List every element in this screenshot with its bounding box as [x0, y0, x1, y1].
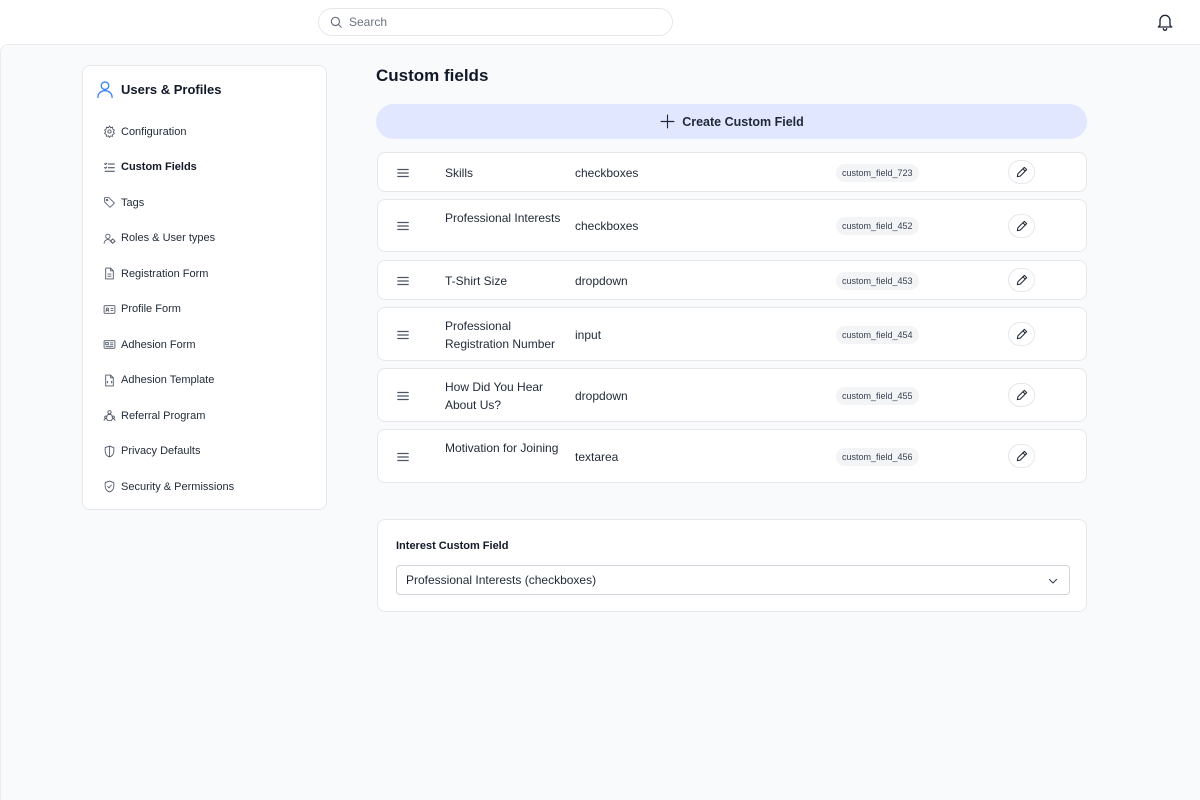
field-name: Professional Interests — [445, 211, 561, 225]
sidebar-item-adhesion-template[interactable]: Adhesion Template — [103, 363, 318, 399]
field-type: textarea — [575, 450, 619, 464]
sidebar-item-registration-form[interactable]: Registration Form — [103, 256, 318, 292]
tag-icon — [104, 197, 115, 209]
field-type: input — [575, 328, 602, 342]
sidebar-item-label: Registration Form — [121, 267, 209, 280]
search-icon — [330, 16, 342, 28]
sidebar-item-label: Profile Form — [121, 303, 181, 316]
drag-handle-icon[interactable] — [396, 274, 410, 288]
sidebar-title: Users & Profiles — [121, 81, 222, 97]
id-card-icon — [103, 305, 116, 314]
sidebar-item-label: Roles & User types — [121, 232, 216, 245]
sidebar-item-label: Tags — [121, 196, 145, 209]
gear-icon — [104, 125, 115, 139]
sidebar-item-label: Privacy Defaults — [121, 445, 201, 458]
pencil-icon — [1016, 220, 1027, 232]
edit-field-button[interactable] — [1008, 268, 1035, 292]
sidebar-item-label: Adhesion Template — [121, 374, 215, 387]
custom-field-row: Motivation for Joining textarea custom_f… — [377, 429, 1087, 483]
drag-handle-icon[interactable] — [396, 389, 410, 403]
field-key-badge: custom_field_456 — [836, 448, 919, 466]
custom-field-row: Skills checkboxes custom_field_723 — [377, 152, 1087, 192]
drag-handle-icon[interactable] — [396, 166, 410, 180]
top-bar — [0, 0, 1200, 44]
field-name: Skills — [445, 166, 474, 180]
sidebar-item-profile-form[interactable]: Profile Form — [103, 292, 318, 328]
shield-check-icon — [104, 480, 115, 493]
user-icon — [97, 81, 113, 99]
user-roles-icon — [103, 233, 116, 244]
field-key-badge: custom_field_455 — [836, 387, 919, 405]
field-name: Motivation for Joining — [445, 441, 559, 455]
search-bar[interactable] — [318, 8, 673, 36]
search-input[interactable] — [349, 15, 649, 29]
edit-field-button[interactable] — [1008, 214, 1035, 238]
settings-sidebar: Users & Profiles Configuration Custom Fi… — [82, 65, 327, 510]
page-title: Custom fields — [376, 66, 489, 85]
field-key-badge: custom_field_453 — [836, 272, 919, 290]
bell-icon[interactable] — [1155, 12, 1175, 32]
field-name: T-Shirt Size — [445, 274, 508, 288]
template-file-icon — [105, 374, 114, 387]
pencil-icon — [1016, 328, 1027, 340]
create-custom-field-button[interactable]: Create Custom Field — [376, 104, 1087, 139]
sidebar-item-roles[interactable]: Roles & User types — [103, 221, 318, 257]
field-key-badge: custom_field_452 — [836, 217, 919, 235]
pencil-icon — [1016, 450, 1027, 462]
chevron-down-icon — [1048, 578, 1058, 584]
interest-custom-field-card: Interest Custom Field Professional Inter… — [377, 519, 1087, 612]
custom-field-row: Professional Registration Number input c… — [377, 307, 1087, 361]
sidebar-item-configuration[interactable]: Configuration — [103, 114, 318, 150]
form-card-icon — [103, 340, 116, 349]
interest-field-label: Interest Custom Field — [396, 540, 509, 552]
selected-value: Professional Interests (checkboxes) — [406, 573, 597, 587]
sidebar-item-tags[interactable]: Tags — [103, 185, 318, 221]
sidebar-item-label: Referral Program — [121, 409, 206, 422]
list-check-icon — [104, 162, 115, 172]
custom-field-row: T-Shirt Size dropdown custom_field_453 — [377, 260, 1087, 300]
pencil-icon — [1016, 389, 1027, 401]
field-type: dropdown — [575, 389, 628, 403]
create-button-label: Create Custom Field — [682, 114, 804, 129]
sidebar-item-label: Custom Fields — [121, 161, 197, 174]
edit-field-button[interactable] — [1008, 322, 1035, 346]
drag-handle-icon[interactable] — [396, 328, 410, 342]
field-name: How Did You Hear About Us? — [445, 380, 544, 412]
custom-field-row: Professional Interests checkboxes custom… — [377, 199, 1087, 252]
drag-handle-icon[interactable] — [396, 219, 410, 233]
field-name: Professional Registration Number — [445, 319, 556, 351]
edit-field-button[interactable] — [1008, 444, 1035, 468]
sidebar-item-privacy-defaults[interactable]: Privacy Defaults — [103, 434, 318, 470]
pencil-icon — [1016, 274, 1027, 286]
sidebar-item-referral-program[interactable]: Referral Program — [103, 398, 318, 434]
referral-icon — [103, 410, 116, 422]
shield-icon — [104, 445, 115, 458]
edit-field-button[interactable] — [1008, 160, 1035, 184]
sidebar-nav: Configuration Custom Fields Tags Roles &… — [103, 114, 318, 505]
field-type: checkboxes — [575, 219, 639, 233]
sidebar-header: Users & Profiles — [95, 78, 221, 100]
field-key-badge: custom_field_454 — [836, 326, 919, 344]
sidebar-item-security[interactable]: Security & Permissions — [103, 469, 318, 505]
field-key-badge: custom_field_723 — [836, 164, 919, 182]
edit-field-button[interactable] — [1008, 383, 1035, 407]
document-icon — [105, 267, 114, 280]
sidebar-item-custom-fields[interactable]: Custom Fields — [103, 150, 318, 186]
sidebar-item-adhesion-form[interactable]: Adhesion Form — [103, 327, 318, 363]
sidebar-item-label: Security & Permissions — [121, 480, 235, 493]
interest-field-select[interactable]: Professional Interests (checkboxes) — [396, 565, 1070, 595]
plus-icon — [660, 114, 675, 129]
custom-field-row: How Did You Hear About Us? dropdown cust… — [377, 368, 1087, 422]
sidebar-item-label: Adhesion Form — [121, 338, 196, 351]
field-type: dropdown — [575, 274, 628, 288]
field-type: checkboxes — [575, 166, 639, 180]
sidebar-item-label: Configuration — [121, 125, 187, 138]
pencil-icon — [1016, 166, 1027, 178]
drag-handle-icon[interactable] — [396, 450, 410, 464]
